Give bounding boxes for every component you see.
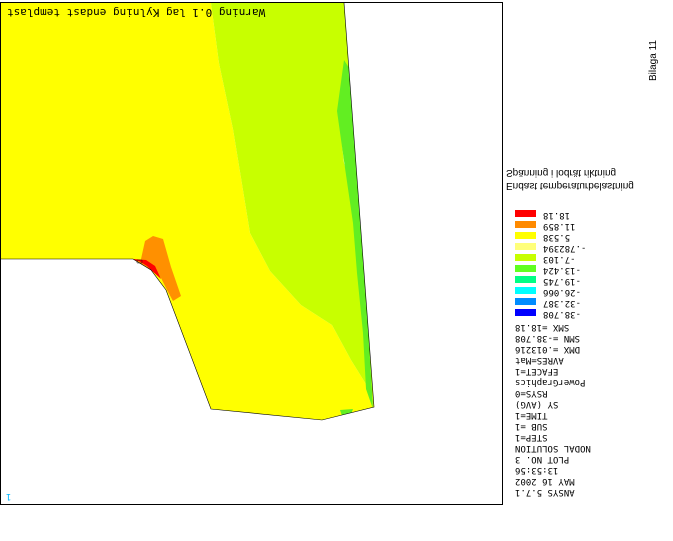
- legend-swatch-cyan: [515, 287, 536, 294]
- legend-item: -19.745: [515, 274, 665, 286]
- meta-line: ANSYS 5.7.1: [515, 487, 575, 497]
- legend-item: 18.18: [515, 208, 665, 220]
- legend-swatch-yellow: [515, 232, 536, 239]
- legend-item: -32.387: [515, 296, 665, 308]
- legend-title: Endast temperaturbelastning Spänning i l…: [506, 166, 666, 192]
- meta-line: SMX =18.18: [515, 322, 570, 332]
- meta-line: DMX =.013216: [515, 344, 581, 354]
- legend-title-line-1: Endast temperaturbelastning: [506, 180, 634, 191]
- legend-swatch-orange: [515, 221, 536, 228]
- color-legend: 18.18 11.859 5.538 -.782394 -7.103 -13.4…: [515, 208, 665, 319]
- plot-area: Warning 0.1 lag Kylning endast templast …: [0, 2, 503, 505]
- legend-swatch-green: [515, 265, 536, 272]
- legend-value: -38.708: [543, 309, 581, 319]
- legend-swatch-sea-green: [515, 276, 536, 283]
- analysis-metadata: SMX =18.18 SMN =-38.708 DMX =.013216 AVR…: [515, 321, 635, 501]
- legend-swatch-blue: [515, 298, 536, 305]
- coordinate-axis-label: 1: [6, 491, 12, 501]
- meta-line: AVRES=Mat: [515, 355, 564, 365]
- legend-swatch-light-yellow: [515, 243, 536, 250]
- meta-line: SY (AVG): [515, 399, 559, 409]
- meta-line: MAY 16 2002: [515, 476, 575, 486]
- legend-title-line-2: Spänning i lodrät riktning: [506, 167, 617, 178]
- stress-contour-plot: [1, 3, 375, 421]
- legend-item: -38.708: [515, 307, 665, 319]
- legend-swatch-red: [515, 210, 536, 217]
- meta-line: STEP=1: [515, 432, 548, 442]
- legend-item: -13.424: [515, 263, 665, 275]
- meta-line: PLOT NO. 3: [515, 454, 570, 464]
- meta-line: SMN =-38.708: [515, 333, 581, 343]
- legend-item: -26.066: [515, 285, 665, 297]
- legend-item: 11.859: [515, 219, 665, 231]
- meta-line: RSYS=0: [515, 388, 548, 398]
- legend-item: 5.538: [515, 230, 665, 242]
- meta-line: 13:53:56: [515, 465, 559, 475]
- meta-line: SUB =1: [515, 421, 548, 431]
- legend-item: -7.103: [515, 252, 665, 264]
- meta-line: TIME=1: [515, 410, 548, 420]
- legend-panel: Bilaga 11 Endast temperaturbelastning Sp…: [503, 0, 673, 541]
- meta-line: EFACET=1: [515, 366, 559, 376]
- legend-item: -.782394: [515, 241, 665, 253]
- page-label: Bilaga 11: [648, 40, 659, 81]
- meta-line: NODAL SOLUTION: [515, 443, 591, 453]
- plot-title: Warning 0.1 lag Kylning endast templast: [7, 6, 266, 19]
- legend-swatch-dark-blue: [515, 309, 536, 316]
- meta-line: PowerGraphics: [515, 377, 586, 387]
- legend-swatch-yellow-green: [515, 254, 536, 261]
